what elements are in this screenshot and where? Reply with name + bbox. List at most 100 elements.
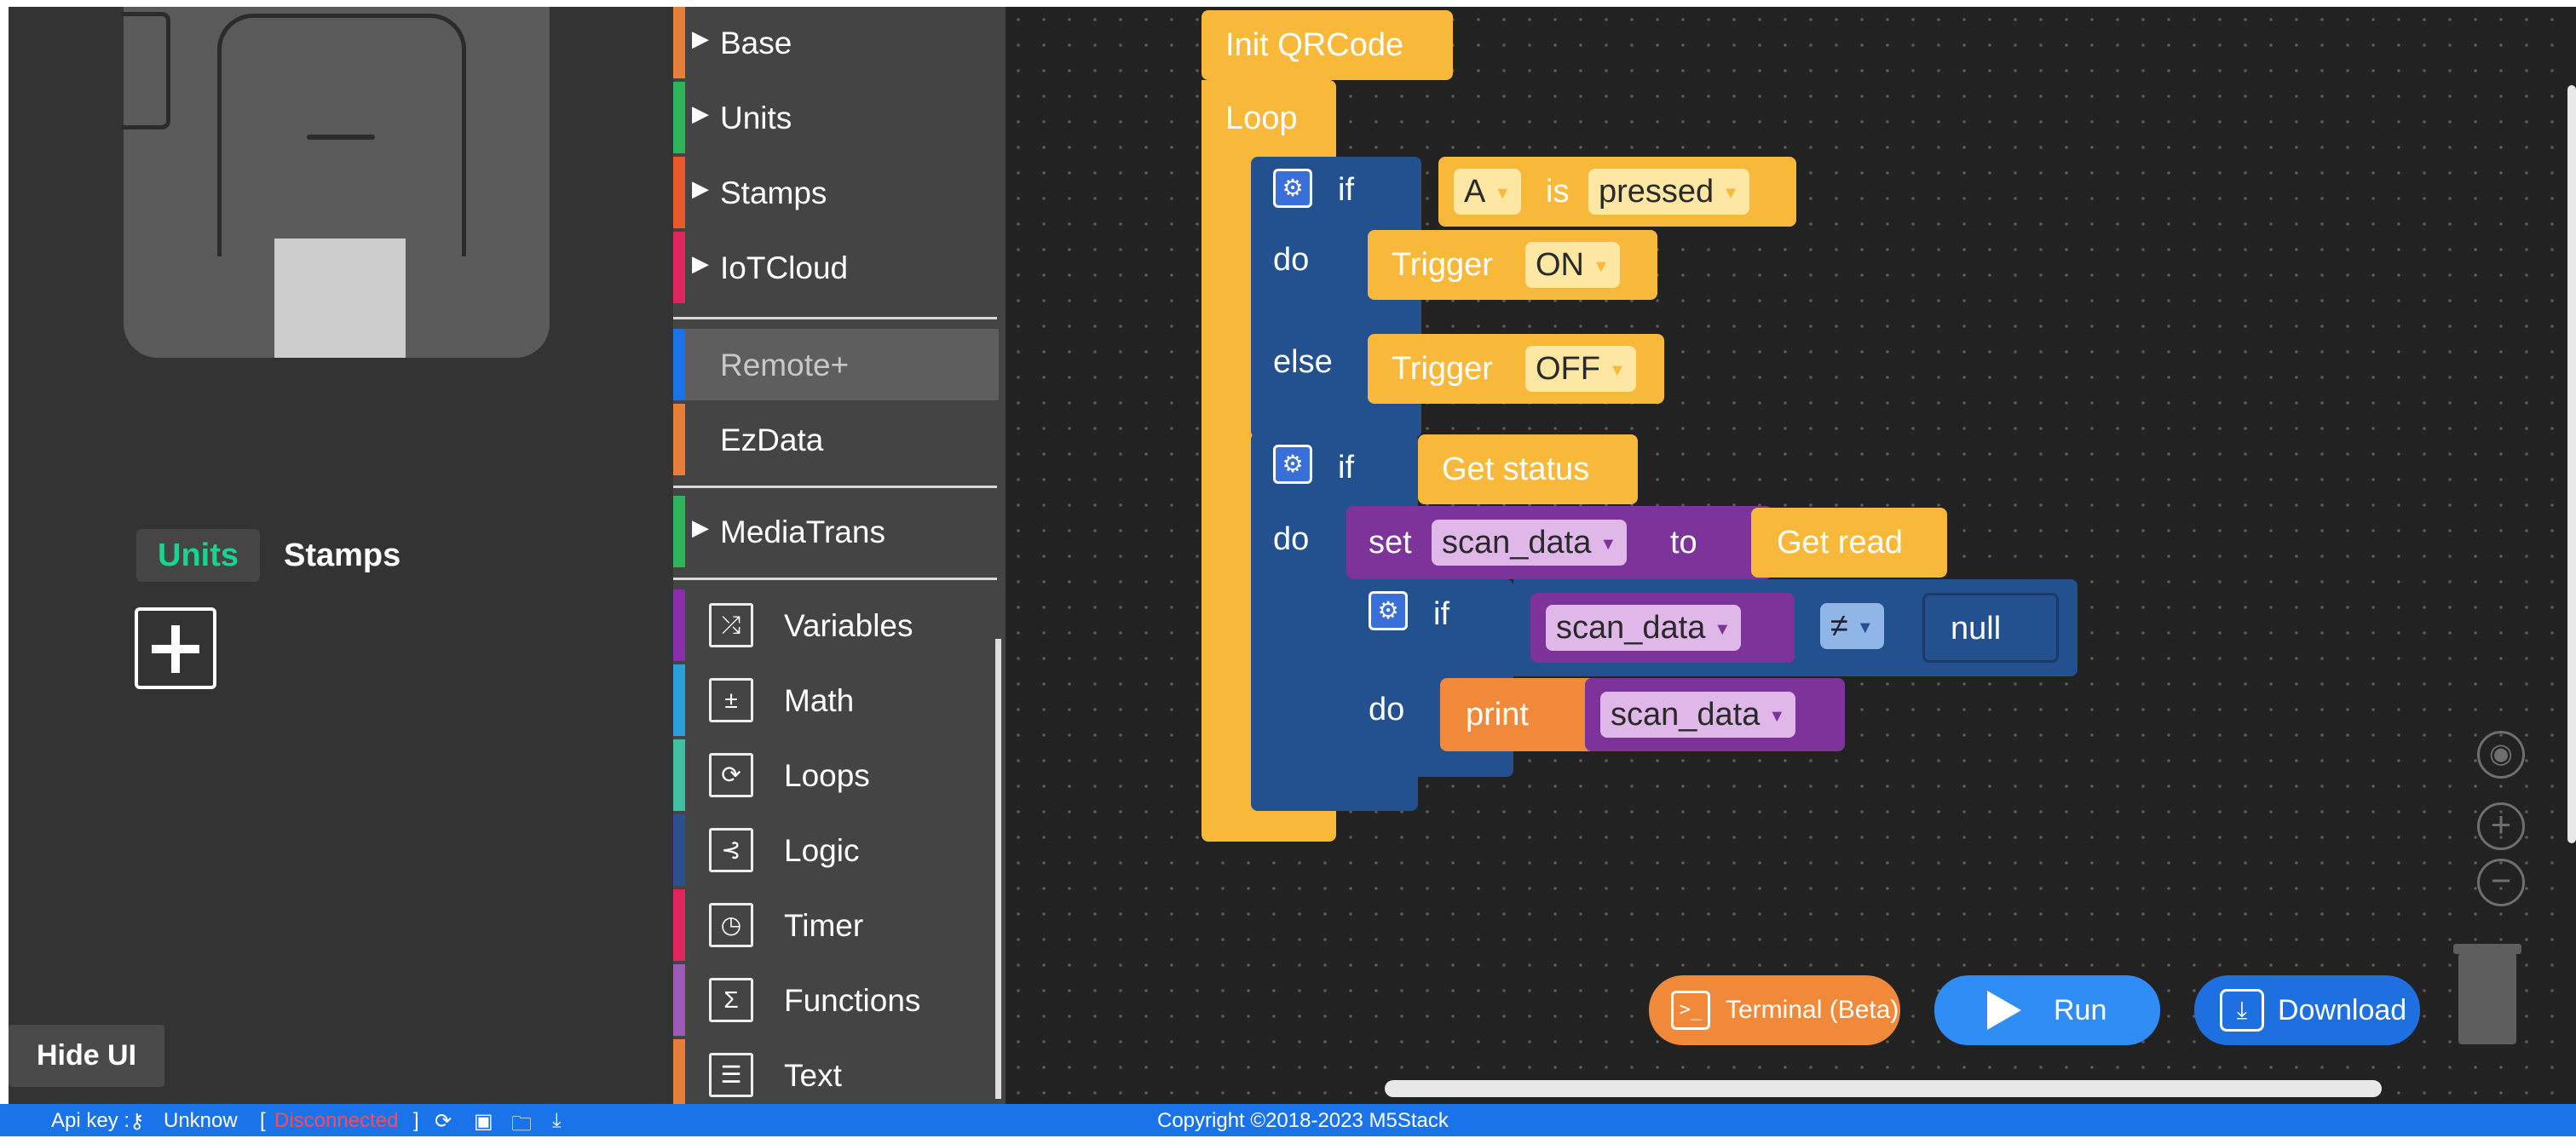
category-label: Base (720, 26, 792, 60)
category-logic[interactable]: ⊰ Logic (673, 814, 1006, 886)
download-file-icon[interactable]: ⤓ (552, 1109, 562, 1133)
category-math[interactable]: ± Math (673, 664, 1006, 736)
category-label: Math (784, 683, 855, 718)
category-stripe (673, 496, 685, 567)
set-variable-block[interactable]: set scan_data ▼ to (1346, 506, 1772, 579)
dropdown-caret-icon: ▼ (1599, 534, 1617, 554)
branch-icon: ⊰ (709, 828, 753, 872)
variable-dropdown[interactable]: scan_data ▼ (1432, 520, 1628, 566)
api-key-value[interactable]: Unknow (164, 1109, 238, 1133)
dropdown-value: OFF (1536, 351, 1600, 387)
to-label: to (1670, 525, 1697, 561)
dropdown-caret-icon: ▼ (1722, 183, 1739, 203)
text-card-icon: ☰ (709, 1053, 753, 1097)
dropdown-value: scan_data (1556, 610, 1706, 646)
zoom-in-icon[interactable]: + (2477, 802, 2525, 850)
sigma-icon: Σ (709, 978, 753, 1022)
state-dropdown[interactable]: pressed ▼ (1588, 169, 1749, 215)
button-dropdown[interactable]: A ▼ (1454, 169, 1522, 215)
category-label: IoTCloud (720, 250, 849, 285)
device-preview (122, 7, 550, 358)
do-label: do (1369, 692, 1405, 727)
category-stamps[interactable]: ▶ Stamps (673, 157, 1006, 228)
play-icon (1987, 991, 2021, 1030)
dropdown-caret-icon: ▼ (1593, 256, 1610, 276)
category-text[interactable]: ☰ Text (673, 1039, 1006, 1104)
if-label: if (1338, 172, 1354, 208)
add-unit-button[interactable] (135, 607, 216, 689)
trash-lid (2453, 944, 2521, 954)
save-icon[interactable]: ▣ (474, 1109, 493, 1134)
category-iotcloud[interactable]: ▶ IoTCloud (673, 232, 1006, 303)
shuffle-icon: ⤮ (709, 603, 753, 647)
hide-ui-button[interactable]: Hide UI (9, 1025, 164, 1087)
null-block[interactable]: null (1922, 593, 2059, 663)
toolbox-scrollbar[interactable] (995, 639, 1001, 1099)
category-units[interactable]: ▶ Units (673, 82, 1006, 153)
compare-block[interactable]: scan_data ▼ ≠ ▼ null (1513, 579, 2078, 676)
tab-stamps[interactable]: Stamps (284, 529, 401, 582)
refresh-icon[interactable]: ⟳ (435, 1109, 452, 1134)
variable-getter-block[interactable]: scan_data ▼ (1530, 593, 1795, 663)
category-label: Logic (784, 833, 860, 868)
trigger-on-block[interactable]: Trigger ON ▼ (1368, 230, 1657, 300)
workspace-horizontal-scrollbar[interactable] (1385, 1080, 2382, 1097)
dropdown-caret-icon: ▼ (1856, 618, 1874, 637)
category-label: Text (784, 1058, 842, 1093)
category-stripe (673, 329, 685, 400)
is-label: is (1546, 174, 1570, 210)
category-ezdata[interactable]: EzData (673, 404, 1006, 475)
variable-dropdown[interactable]: scan_data ▼ (1600, 692, 1796, 738)
if-label: if (1433, 596, 1449, 632)
terminal-button[interactable]: >_ Terminal (Beta) (1649, 975, 1900, 1045)
category-mediatrans[interactable]: ▶ MediaTrans (673, 496, 1006, 567)
gear-icon[interactable]: ⚙ (1369, 591, 1408, 630)
init-qrcode-block[interactable]: Init QRCode (1202, 10, 1453, 80)
download-icon: ⤓ (2220, 989, 2264, 1032)
trash-icon[interactable] (2453, 944, 2521, 1044)
button-label: Terminal (Beta) (1726, 996, 1899, 1024)
device-dash (307, 135, 375, 140)
category-loops[interactable]: ⟳ Loops (673, 739, 1006, 811)
gear-icon[interactable]: ⚙ (1273, 445, 1312, 484)
category-stripe (673, 1039, 685, 1104)
category-variables[interactable]: ⤮ Variables (673, 589, 1006, 661)
zoom-out-icon[interactable]: − (2477, 859, 2525, 906)
category-remote-plus[interactable]: Remote+ (673, 329, 999, 400)
dropdown-value: pressed (1599, 174, 1714, 210)
device-side-button (122, 12, 170, 129)
tab-units[interactable]: Units (136, 529, 260, 582)
gear-icon[interactable]: ⚙ (1273, 169, 1312, 208)
category-stripe (673, 964, 685, 1036)
category-timer[interactable]: ◷ Timer (673, 889, 1006, 961)
separator (673, 317, 997, 319)
plus-icon-bar (171, 625, 180, 673)
get-status-block[interactable]: Get status (1418, 434, 1638, 504)
variable-dropdown[interactable]: scan_data ▼ (1546, 605, 1742, 651)
category-functions[interactable]: Σ Functions (673, 964, 1006, 1036)
expand-arrow-icon: ▶ (692, 175, 709, 201)
download-button[interactable]: ⤓ Download (2194, 975, 2420, 1045)
run-button[interactable]: Run (1934, 975, 2160, 1045)
print-label: print (1466, 697, 1529, 733)
recenter-icon[interactable]: ◉ (2477, 731, 2525, 779)
trigger-dropdown[interactable]: OFF ▼ (1525, 346, 1636, 392)
dropdown-value: ON (1536, 247, 1584, 283)
workspace-vertical-scrollbar[interactable] (2567, 85, 2576, 843)
category-label: Loops (784, 758, 870, 793)
category-base[interactable]: ▶ Base (673, 7, 1006, 78)
get-read-block[interactable]: Get read (1751, 508, 1947, 578)
button-pressed-block[interactable]: A ▼ is pressed ▼ (1438, 157, 1796, 227)
print-variable-block[interactable]: scan_data ▼ (1585, 678, 1845, 751)
trigger-off-block[interactable]: Trigger OFF ▼ (1368, 334, 1664, 404)
dropdown-caret-icon: ▼ (1494, 183, 1512, 203)
trigger-dropdown[interactable]: ON ▼ (1525, 242, 1620, 288)
open-folder-icon[interactable]: 🗀 (511, 1109, 532, 1144)
bracket-open: [ (260, 1109, 266, 1132)
connection-status[interactable]: Disconnected (274, 1109, 398, 1133)
print-block[interactable]: print (1440, 678, 1602, 751)
category-stripe (673, 7, 685, 78)
dropdown-caret-icon: ▼ (1714, 619, 1732, 639)
do-label: do (1273, 521, 1310, 557)
operator-dropdown[interactable]: ≠ ▼ (1820, 603, 1884, 649)
